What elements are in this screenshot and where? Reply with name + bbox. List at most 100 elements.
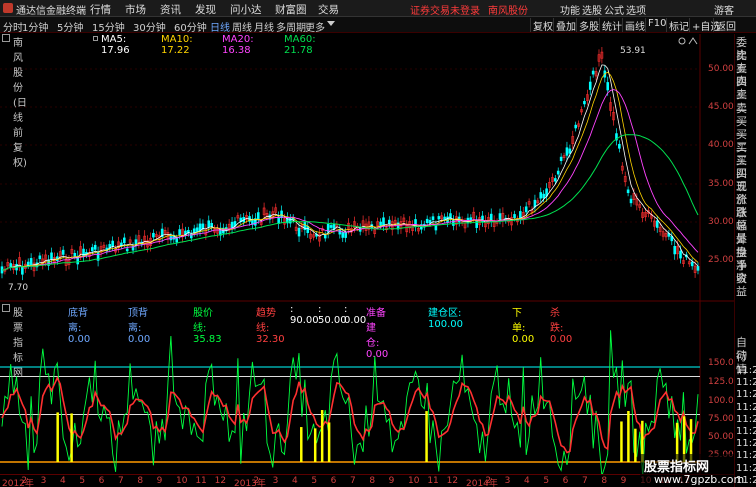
x-tick-label: 2 bbox=[253, 476, 260, 486]
candle-body bbox=[341, 232, 345, 238]
candle-body bbox=[498, 213, 502, 220]
tab-multi-period[interactable]: 多周期 bbox=[276, 19, 306, 34]
x-tick-label: 4 bbox=[292, 476, 298, 486]
candle-body bbox=[626, 189, 630, 194]
chart-canvas[interactable] bbox=[0, 34, 734, 474]
back-button[interactable]: 返回 bbox=[713, 18, 738, 33]
candle-body bbox=[125, 248, 129, 252]
tab-5min[interactable]: 5分钟 bbox=[57, 19, 83, 34]
tab-weekly[interactable]: 周线 bbox=[232, 19, 252, 34]
multi-stock-button[interactable]: 多股 bbox=[576, 18, 601, 33]
app-title: 通达信金融终端 bbox=[16, 6, 86, 17]
candle-body bbox=[61, 249, 65, 255]
menu-xuanxiang[interactable]: 选项 bbox=[626, 2, 646, 17]
guest-label[interactable]: 游客 bbox=[714, 2, 734, 17]
menu-zixun[interactable]: 资讯 bbox=[160, 2, 181, 17]
x-tick-label: 2 bbox=[485, 476, 492, 486]
candle-body bbox=[297, 227, 301, 237]
price-tick: 50.00 bbox=[708, 64, 734, 74]
tab-fenshi[interactable]: 分时 bbox=[3, 19, 23, 34]
stock-link[interactable]: 南风股份 bbox=[488, 2, 528, 17]
candle-body bbox=[437, 216, 441, 220]
overlay-button[interactable]: 叠加 bbox=[553, 18, 578, 33]
login-warning[interactable]: 证券交易未登录 bbox=[410, 2, 480, 17]
low-marker: 7.70 bbox=[8, 283, 29, 293]
price-tick: 45.00 bbox=[708, 102, 734, 112]
ind-field-0: : 0.00 bbox=[344, 304, 367, 326]
tab-daily[interactable]: 日线 bbox=[210, 19, 230, 34]
tick-time: 11:25 bbox=[736, 438, 756, 450]
ind-field-90: : 90.00 bbox=[290, 304, 319, 326]
fuquan-button[interactable]: 复权 bbox=[530, 18, 555, 33]
candle-body bbox=[379, 221, 382, 226]
tab-30min[interactable]: 30分钟 bbox=[133, 19, 166, 34]
menu-gongshi[interactable]: 公式 bbox=[604, 2, 624, 17]
tab-60min[interactable]: 60分钟 bbox=[174, 19, 207, 34]
x-tick-label: 4 bbox=[524, 476, 530, 486]
x-tick-label: 2013年 bbox=[234, 479, 266, 487]
x-tick-label: 2 bbox=[21, 476, 28, 486]
menu-wenxiaoda[interactable]: 问小达 bbox=[230, 2, 262, 17]
ind-field-shadie: 杀跌: 0.00 bbox=[550, 308, 573, 345]
tick-time: 11:25 bbox=[736, 450, 756, 462]
candle-body bbox=[696, 266, 700, 271]
tick-time: 11:25 bbox=[736, 413, 756, 425]
menu-jiaoyi[interactable]: 交易 bbox=[318, 2, 339, 17]
price-tick: 35.00 bbox=[708, 179, 734, 189]
candle-body bbox=[565, 147, 569, 156]
tick-time: 11:25 bbox=[736, 426, 756, 437]
candle-body bbox=[256, 212, 260, 220]
candle-body bbox=[554, 178, 557, 182]
quote-side-panel: 委比 卖五 卖四 卖三 卖二 卖一 买一 买二 买三 买四 买五 现价 涨跌 涨幅 总量 外盘 换手 净资 收益 自动… bbox=[734, 34, 756, 487]
menu-hangqing[interactable]: 行情 bbox=[90, 2, 111, 17]
draw-line-button[interactable]: 画线 bbox=[622, 18, 647, 33]
candle-body bbox=[583, 100, 586, 105]
candle-body bbox=[29, 258, 33, 266]
ind-field-50: : 50.00 bbox=[318, 304, 347, 326]
x-tick-label: 6 bbox=[562, 476, 569, 486]
candle-body bbox=[26, 261, 30, 266]
ma5-label: MA5: 17.96 bbox=[101, 34, 130, 56]
ma20-line bbox=[1, 89, 699, 271]
candle-body bbox=[524, 206, 528, 213]
x-tick-label: 7 bbox=[582, 476, 588, 486]
tick-time: 11:26 bbox=[736, 401, 756, 413]
menu-caifuquan[interactable]: 财富圈 bbox=[275, 2, 307, 17]
menu-xuangu[interactable]: 选股 bbox=[582, 2, 602, 17]
tab-more[interactable]: 更多 bbox=[305, 19, 325, 34]
f10-button[interactable]: F10 bbox=[645, 18, 668, 32]
period-toolbar: 分时 1分钟 5分钟 15分钟 30分钟 60分钟 日线 周线 月线 多周期 更… bbox=[0, 17, 756, 34]
candle-body bbox=[323, 234, 327, 239]
indicator-layer bbox=[1, 330, 699, 474]
x-tick-label: 2014年 bbox=[466, 479, 498, 487]
ma-toggle-icon[interactable] bbox=[93, 36, 98, 41]
x-tick-label: 5 bbox=[543, 476, 550, 486]
candle-body bbox=[382, 217, 385, 226]
candle-body bbox=[21, 266, 24, 275]
panel-toggle-icon[interactable] bbox=[2, 304, 10, 312]
stats-button[interactable]: 统计 bbox=[599, 18, 624, 33]
mark-button[interactable]: 标记 bbox=[666, 18, 691, 33]
candle-body bbox=[431, 216, 435, 220]
x-tick-label: 11 bbox=[427, 476, 439, 486]
tab-15min[interactable]: 15分钟 bbox=[92, 19, 125, 34]
candle-body bbox=[50, 252, 53, 260]
price-tick: 40.00 bbox=[708, 140, 734, 150]
menu-shichang[interactable]: 市场 bbox=[125, 2, 146, 17]
ind-field-dibeili: 底背离: 0.00 bbox=[68, 308, 91, 345]
candle-body bbox=[152, 232, 155, 238]
price-layer bbox=[0, 47, 700, 281]
tab-1min[interactable]: 1分钟 bbox=[22, 19, 48, 34]
chevron-down-icon[interactable] bbox=[327, 21, 335, 26]
x-tick-label: 3 bbox=[40, 476, 47, 486]
x-tick-label: 12 bbox=[214, 476, 227, 486]
candle-body bbox=[344, 231, 347, 238]
x-tick-label: 6 bbox=[330, 476, 337, 486]
candle-body bbox=[513, 214, 516, 219]
panel-toggle-icon[interactable] bbox=[2, 34, 10, 42]
menu-faxian[interactable]: 发现 bbox=[195, 2, 216, 17]
menu-gongneng[interactable]: 功能 bbox=[560, 2, 580, 17]
tab-monthly[interactable]: 月线 bbox=[254, 19, 274, 34]
ind-field-jiancangqu: 建仓区: 100.00 bbox=[428, 308, 463, 330]
ind-field-dingbeili: 顶背离: 0.00 bbox=[128, 308, 151, 345]
